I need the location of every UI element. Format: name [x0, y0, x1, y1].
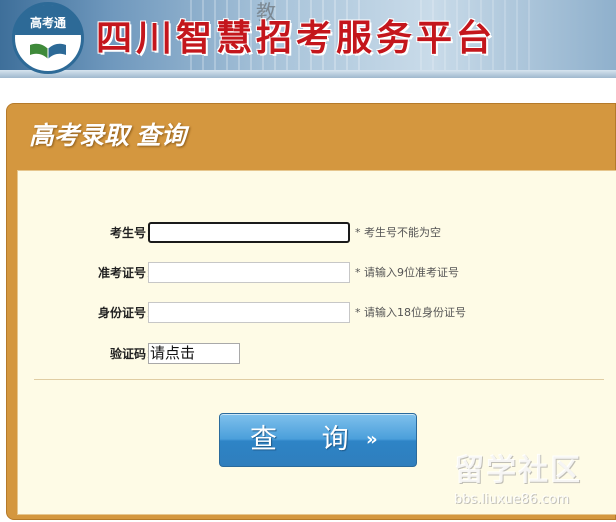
- watermark-sub-text: bbs.liuxue86.com: [454, 492, 570, 507]
- banner-bottom-band: [0, 70, 616, 78]
- id-number-hint: * 请输入18位身份证号: [355, 306, 466, 319]
- site-title: 四川智慧招考服务平台: [96, 17, 497, 59]
- form-row-id-number: 身份证号： * 请输入18位身份证号: [18, 302, 616, 324]
- watermark: 留学社区 bbs.liuxue86.com: [452, 452, 612, 516]
- query-submit-label: 查 询: [250, 424, 367, 455]
- id-number-input[interactable]: [148, 302, 350, 323]
- form-row-exam-number: 考生号： * 考生号不能为空: [18, 222, 616, 244]
- admission-ticket-input[interactable]: [148, 262, 350, 283]
- exam-number-input[interactable]: [148, 222, 350, 243]
- form-row-admission-ticket: 准考证号： * 请输入9位准考证号: [18, 262, 616, 284]
- site-logo[interactable]: 高考通: [12, 2, 84, 74]
- form-divider: [34, 379, 604, 380]
- form-row-captcha: 验证码： 请点击: [18, 343, 616, 365]
- header-banner: 教 高考通 四川智慧招考服务平台: [0, 0, 616, 78]
- logo-text: 高考通: [29, 16, 66, 30]
- query-submit-button[interactable]: 查 询 »: [219, 413, 417, 467]
- captcha-box[interactable]: 请点击: [148, 343, 240, 364]
- watermark-main-text: 留学社区: [454, 453, 582, 488]
- panel-title: 高考录取 查询: [29, 122, 186, 150]
- open-book-icon: [30, 43, 66, 59]
- double-chevron-right-icon: »: [366, 429, 378, 450]
- admission-ticket-hint: * 请输入9位准考证号: [355, 266, 459, 279]
- exam-number-hint: * 考生号不能为空: [355, 226, 441, 239]
